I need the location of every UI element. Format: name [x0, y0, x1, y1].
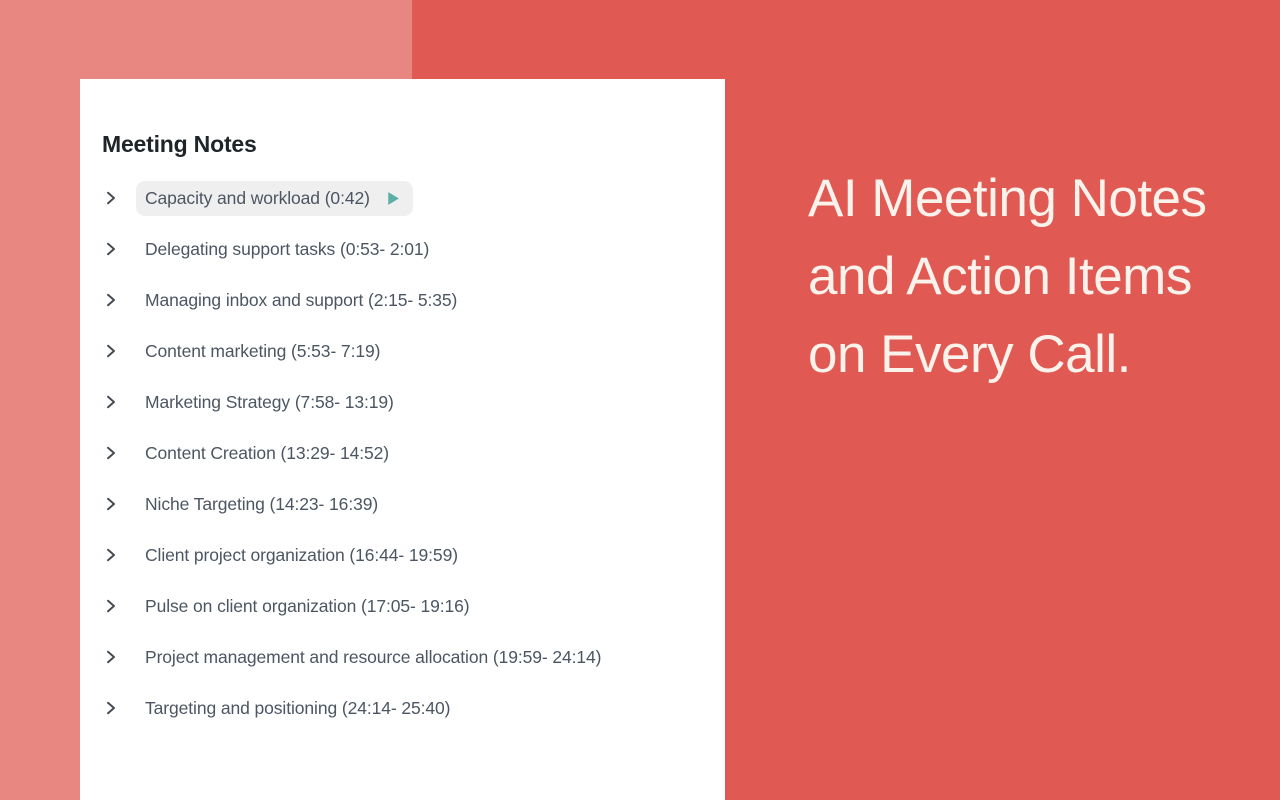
- list-item[interactable]: Managing inbox and support (2:15- 5:35): [80, 275, 725, 326]
- list-item[interactable]: Targeting and positioning (24:14- 25:40): [80, 683, 725, 734]
- note-pill[interactable]: Content Creation (13:29- 14:52): [136, 436, 401, 471]
- note-pill[interactable]: Client project organization (16:44- 19:5…: [136, 538, 470, 573]
- note-label: Content Creation (13:29- 14:52): [145, 442, 389, 463]
- list-item[interactable]: Project management and resource allocati…: [80, 632, 725, 683]
- chevron-right-icon[interactable]: [102, 546, 120, 564]
- page-title: Meeting Notes: [102, 131, 257, 157]
- chevron-right-icon[interactable]: [102, 342, 120, 360]
- chevron-right-icon[interactable]: [102, 597, 120, 615]
- list-item[interactable]: Capacity and workload (0:42): [80, 173, 725, 224]
- note-label: Marketing Strategy (7:58- 13:19): [145, 391, 394, 412]
- note-label: Project management and resource allocati…: [145, 646, 602, 667]
- list-item[interactable]: Content marketing (5:53- 7:19): [80, 326, 725, 377]
- note-pill[interactable]: Marketing Strategy (7:58- 13:19): [136, 385, 406, 420]
- list-item[interactable]: Niche Targeting (14:23- 16:39): [80, 479, 725, 530]
- note-pill[interactable]: Project management and resource allocati…: [136, 640, 613, 675]
- note-label: Pulse on client organization (17:05- 19:…: [145, 595, 470, 616]
- headline: AI Meeting Notes and Action Items on Eve…: [808, 169, 1207, 384]
- note-label: Client project organization (16:44- 19:5…: [145, 544, 458, 565]
- note-label: Delegating support tasks (0:53- 2:01): [145, 238, 430, 259]
- list-item[interactable]: Marketing Strategy (7:58- 13:19): [80, 377, 725, 428]
- note-label: Niche Targeting (14:23- 16:39): [145, 493, 379, 514]
- meeting-notes-list: Capacity and workload (0:42) Delegating s…: [80, 173, 725, 734]
- note-pill[interactable]: Delegating support tasks (0:53- 2:01): [136, 232, 441, 267]
- note-pill[interactable]: Managing inbox and support (2:15- 5:35): [136, 283, 469, 318]
- list-item[interactable]: Content Creation (13:29- 14:52): [80, 428, 725, 479]
- note-label: Capacity and workload (0:42): [145, 187, 370, 208]
- note-label: Content marketing (5:53- 7:19): [145, 340, 381, 361]
- chevron-right-icon[interactable]: [102, 240, 120, 258]
- play-icon[interactable]: [384, 190, 401, 207]
- chevron-right-icon[interactable]: [102, 648, 120, 666]
- chevron-right-icon[interactable]: [102, 291, 120, 309]
- list-item[interactable]: Pulse on client organization (17:05- 19:…: [80, 581, 725, 632]
- note-label: Managing inbox and support (2:15- 5:35): [145, 289, 458, 310]
- note-pill[interactable]: Content marketing (5:53- 7:19): [136, 334, 392, 369]
- note-pill[interactable]: Pulse on client organization (17:05- 19:…: [136, 589, 482, 624]
- chevron-right-icon[interactable]: [102, 189, 120, 207]
- list-item[interactable]: Delegating support tasks (0:53- 2:01): [80, 224, 725, 275]
- chevron-right-icon[interactable]: [102, 393, 120, 411]
- list-item[interactable]: Client project organization (16:44- 19:5…: [80, 530, 725, 581]
- note-label: Targeting and positioning (24:14- 25:40): [145, 697, 451, 718]
- chevron-right-icon[interactable]: [102, 495, 120, 513]
- note-pill[interactable]: Targeting and positioning (24:14- 25:40): [136, 691, 462, 726]
- note-pill[interactable]: Capacity and workload (0:42): [136, 180, 413, 216]
- slide-canvas: Meeting Notes Capacity and workload (0:4…: [0, 0, 1280, 800]
- chevron-right-icon[interactable]: [102, 699, 120, 717]
- note-pill[interactable]: Niche Targeting (14:23- 16:39): [136, 487, 390, 522]
- chevron-right-icon[interactable]: [102, 444, 120, 462]
- meeting-notes-card: Meeting Notes Capacity and workload (0:4…: [80, 79, 725, 800]
